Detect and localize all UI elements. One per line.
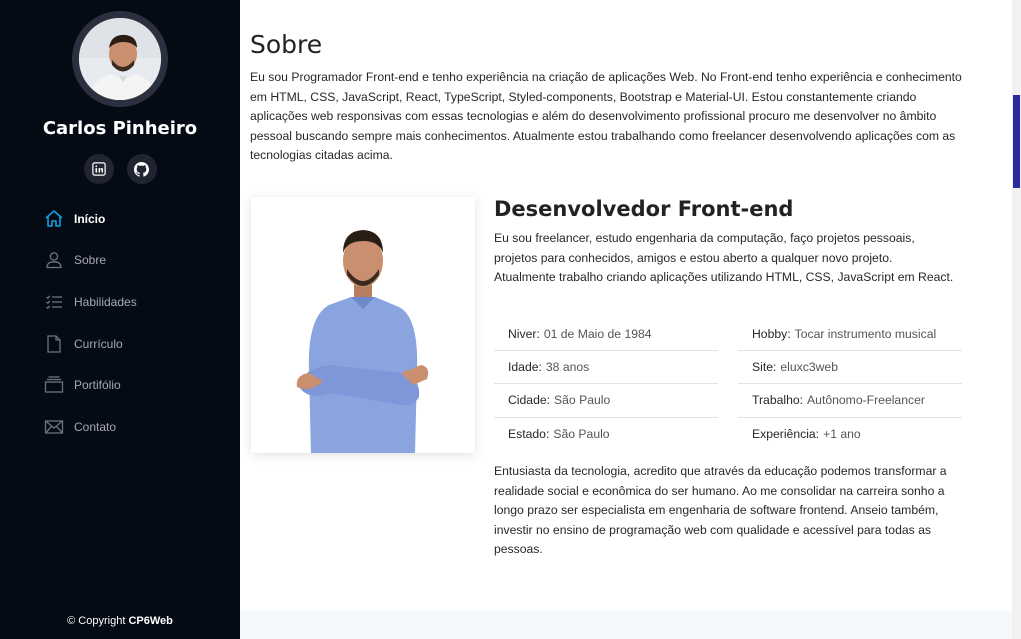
info-list-right: Hobby: Tocar instrumento musical Site: elu… [738,318,962,451]
avatar-photo [79,18,161,100]
info-value: 38 anos [545,360,590,375]
nav-item-portifolio[interactable]: Portifólio [0,364,240,406]
info-item: Cidade: São Paulo [494,384,718,418]
info-key: Niver: [508,327,540,342]
github-link[interactable] [126,154,157,184]
role-description: Eu sou freelancer, estudo engenharia da … [494,231,954,284]
linkedin-link[interactable] [83,154,114,184]
nav-item-sobre[interactable]: Sobre [0,240,240,282]
info-value: Autônomo-Freelancer [807,393,925,408]
nav-label: Portifólio [74,378,121,393]
nav-menu: Início Sobre Habilidades Currículo Porti… [0,198,240,448]
portfolio-icon [44,375,64,395]
sidebar: Carlos Pinheiro Início Sobre Habilidades… [0,0,240,639]
nav-label: Contato [74,419,117,434]
profile-photo [251,197,475,453]
social-links [0,154,240,184]
info-value: Tocar instrumento musical [794,327,937,342]
info-value: São Paulo [553,427,610,442]
scrollbar-thumb[interactable] [1013,95,1020,188]
main-content: Sobre Eu sou Programador Front-end e ten… [240,0,1012,639]
nav-item-contato[interactable]: Contato [0,406,240,448]
info-value: São Paulo [554,393,611,408]
info-key: Site: [752,360,777,375]
section-title: Sobre [250,30,323,59]
info-key: Estado: [508,427,550,442]
info-key: Cidade: [508,393,551,408]
linkedin-icon [91,162,106,176]
info-key: Idade: [508,360,542,375]
avatar [79,18,161,100]
user-icon [44,250,64,270]
copyright: © Copyright CP6Web [0,615,240,627]
copyright-brand: CP6Web [128,615,173,627]
info-value: +1 ano [823,427,861,442]
profile-name: Carlos Pinheiro [42,118,198,139]
list-icon [44,292,64,312]
info-value: 01 de Maio de 1984 [543,327,652,342]
envelope-icon [44,417,64,437]
profile-photo-image [251,197,475,453]
info-item: Idade: 38 anos [494,351,718,385]
info-item: Estado: São Paulo [494,418,718,451]
nav-label: Sobre [74,253,107,268]
nav-item-habilidades[interactable]: Habilidades [0,281,240,323]
file-icon [44,334,64,354]
nav-label: Início [74,211,106,226]
info-key: Experiência: [752,427,820,442]
nav-label: Currículo [74,336,123,351]
home-icon [44,209,64,229]
info-key: Trabalho: [752,393,804,408]
info-value: eluxc3web [780,360,838,375]
info-item: Hobby: Tocar instrumento musical [738,318,962,352]
info-list-left: Niver: 01 de Maio de 1984 Idade: 38 anos C… [494,318,718,451]
role-title: Desenvolvedor Front-end [494,197,794,221]
nav-item-inicio[interactable]: Início [0,198,240,240]
nav-label: Habilidades [74,294,137,309]
nav-item-curriculo[interactable]: Currículo [0,323,240,365]
bio-paragraph: Entusiasta da tecnologia, acredito que a… [494,464,947,556]
info-item: Trabalho: Autônomo-Freelancer [738,384,962,418]
info-item: Niver: 01 de Maio de 1984 [494,318,718,352]
info-item: Site: eluxc3web [738,351,962,385]
info-item: Experiência: +1 ano [738,418,962,451]
info-key: Hobby: [752,327,791,342]
scrollbar[interactable] [1012,0,1021,639]
section-description: Eu sou Programador Front-end e tenho exp… [250,70,962,162]
next-section-band [240,610,1012,639]
copyright-prefix: © Copyright [67,615,129,627]
avatar-frame [72,11,168,107]
github-icon [134,161,149,177]
